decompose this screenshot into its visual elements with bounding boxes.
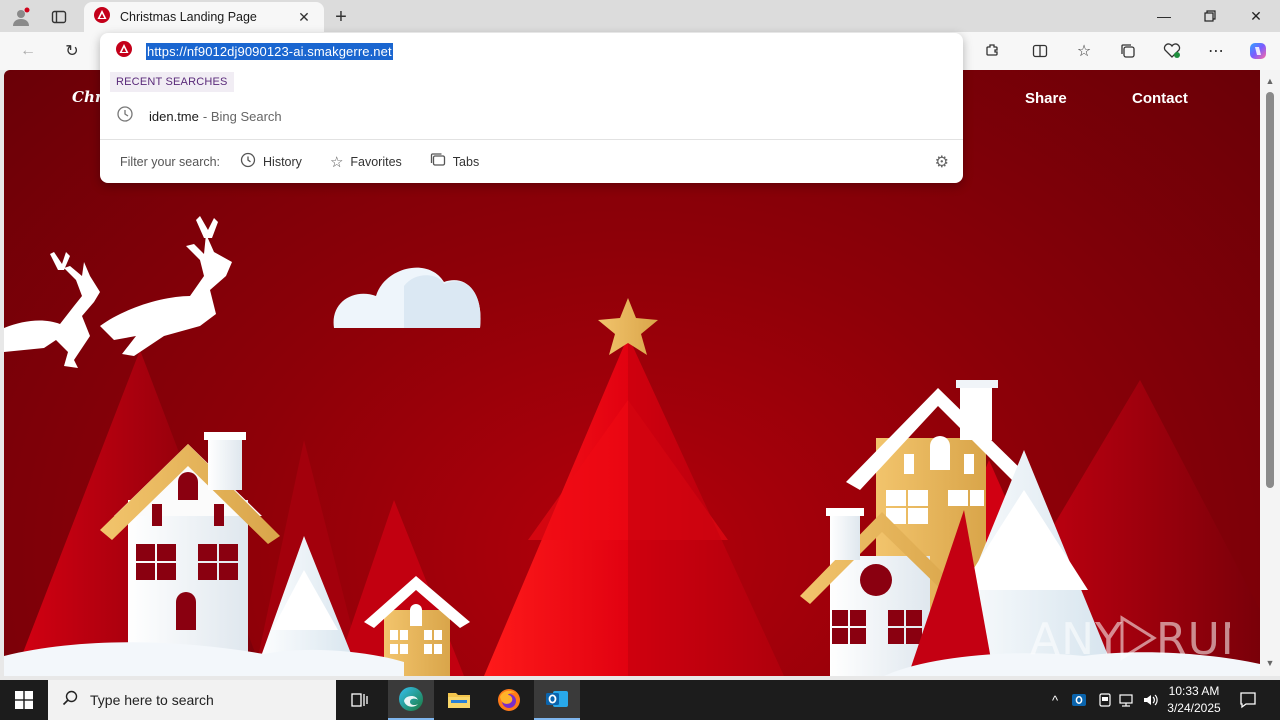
restore-icon[interactable] xyxy=(1192,4,1228,28)
filter-label: Filter your search: xyxy=(120,154,221,169)
filter-tabs-label: Tabs xyxy=(452,154,480,169)
file-explorer-icon[interactable] xyxy=(436,680,482,720)
tabs-icon xyxy=(430,152,446,172)
watermark-text-any: ANY xyxy=(1030,614,1123,665)
extensions-icon[interactable] xyxy=(980,40,1004,62)
settings-more-icon[interactable]: ⋯ xyxy=(1204,40,1228,62)
tab-close-icon[interactable]: ✕ xyxy=(294,9,314,26)
tab-active[interactable]: Christmas Landing Page ✕ xyxy=(84,2,324,32)
nav-link-share[interactable]: Share xyxy=(1025,90,1067,107)
filter-favorites-button[interactable]: ☆ Favorites xyxy=(330,153,402,171)
address-bar[interactable]: https://nf9012dj9090123-ai.smakgerre.net xyxy=(100,33,963,69)
search-icon xyxy=(62,690,78,711)
scroll-up-icon[interactable]: ▲ xyxy=(1264,76,1276,86)
star-icon: ☆ xyxy=(329,153,344,171)
taskbar-search-placeholder: Type here to search xyxy=(90,692,214,708)
filter-history-button[interactable]: History xyxy=(240,152,302,172)
tab-strip: Christmas Landing Page ✕ + — ✕ xyxy=(0,0,1280,32)
search-filter-row: Filter your search: History ☆ Favorites … xyxy=(100,139,963,183)
tray-outlook-icon[interactable] xyxy=(1068,680,1090,720)
url-input[interactable]: https://nf9012dj9090123-ai.smakgerre.net xyxy=(146,42,393,60)
favorites-icon[interactable]: ☆ xyxy=(1072,40,1096,62)
recent-search-engine: - Bing Search xyxy=(202,108,282,124)
firefox-icon[interactable] xyxy=(486,680,532,720)
nav-link-contact[interactable]: Contact xyxy=(1132,90,1188,107)
scroll-thumb[interactable] xyxy=(1266,92,1274,488)
scroll-down-icon[interactable]: ▼ xyxy=(1264,658,1276,668)
start-button[interactable] xyxy=(0,680,48,720)
taskbar-search-box[interactable]: Type here to search xyxy=(48,680,336,720)
notifications-icon[interactable] xyxy=(1236,680,1260,720)
back-icon[interactable]: ← xyxy=(16,40,40,62)
copilot-icon[interactable] xyxy=(1246,40,1270,62)
tray-device-icon[interactable] xyxy=(1094,680,1116,720)
address-bar-dropdown: https://nf9012dj9090123-ai.smakgerre.net… xyxy=(100,33,963,183)
site-favicon-icon xyxy=(94,6,110,28)
collections-icon[interactable] xyxy=(1116,40,1140,62)
windows-taskbar: Type here to search ^ 10:33 AM 3/24/2025 xyxy=(0,680,1280,720)
windows-logo-icon xyxy=(15,691,33,709)
refresh-icon[interactable]: ↻ xyxy=(60,40,84,62)
page-scrollbar[interactable]: ▲ ▼ xyxy=(1260,70,1280,676)
edge-taskbar-icon[interactable] xyxy=(388,680,434,720)
site-favicon-icon xyxy=(116,40,132,62)
history-icon xyxy=(240,152,256,172)
task-view-icon[interactable] xyxy=(337,680,383,720)
tab-title: Christmas Landing Page xyxy=(120,10,257,24)
recent-searches-label: RECENT SEARCHES xyxy=(110,72,234,92)
minimize-icon[interactable]: — xyxy=(1146,4,1182,28)
taskbar-clock[interactable]: 10:33 AM 3/24/2025 xyxy=(1160,683,1228,717)
split-screen-icon[interactable] xyxy=(1028,40,1052,62)
recent-search-term: iden.tme xyxy=(149,108,199,124)
browser-essentials-icon[interactable] xyxy=(1160,40,1184,62)
gear-icon[interactable]: ⚙ xyxy=(935,152,949,172)
tab-actions-icon[interactable] xyxy=(48,6,70,28)
close-window-icon[interactable]: ✕ xyxy=(1238,4,1274,28)
filter-tabs-button[interactable]: Tabs xyxy=(430,152,479,172)
outlook-icon[interactable] xyxy=(534,680,580,720)
filter-favorites-label: Favorites xyxy=(350,154,402,169)
recent-search-item[interactable]: iden.tme - Bing Search xyxy=(100,103,963,129)
profile-icon[interactable] xyxy=(10,6,32,28)
history-clock-icon xyxy=(116,105,134,128)
filter-history-label: History xyxy=(263,154,302,169)
new-tab-icon[interactable]: + xyxy=(330,6,352,28)
tray-overflow-chevron-icon[interactable]: ^ xyxy=(1046,680,1064,720)
volume-icon[interactable] xyxy=(1140,680,1162,720)
watermark-text-run: RUN xyxy=(1156,614,1230,665)
clock-date: 3/24/2025 xyxy=(1167,701,1221,715)
clock-time: 10:33 AM xyxy=(1168,684,1220,698)
network-icon[interactable] xyxy=(1116,680,1138,720)
